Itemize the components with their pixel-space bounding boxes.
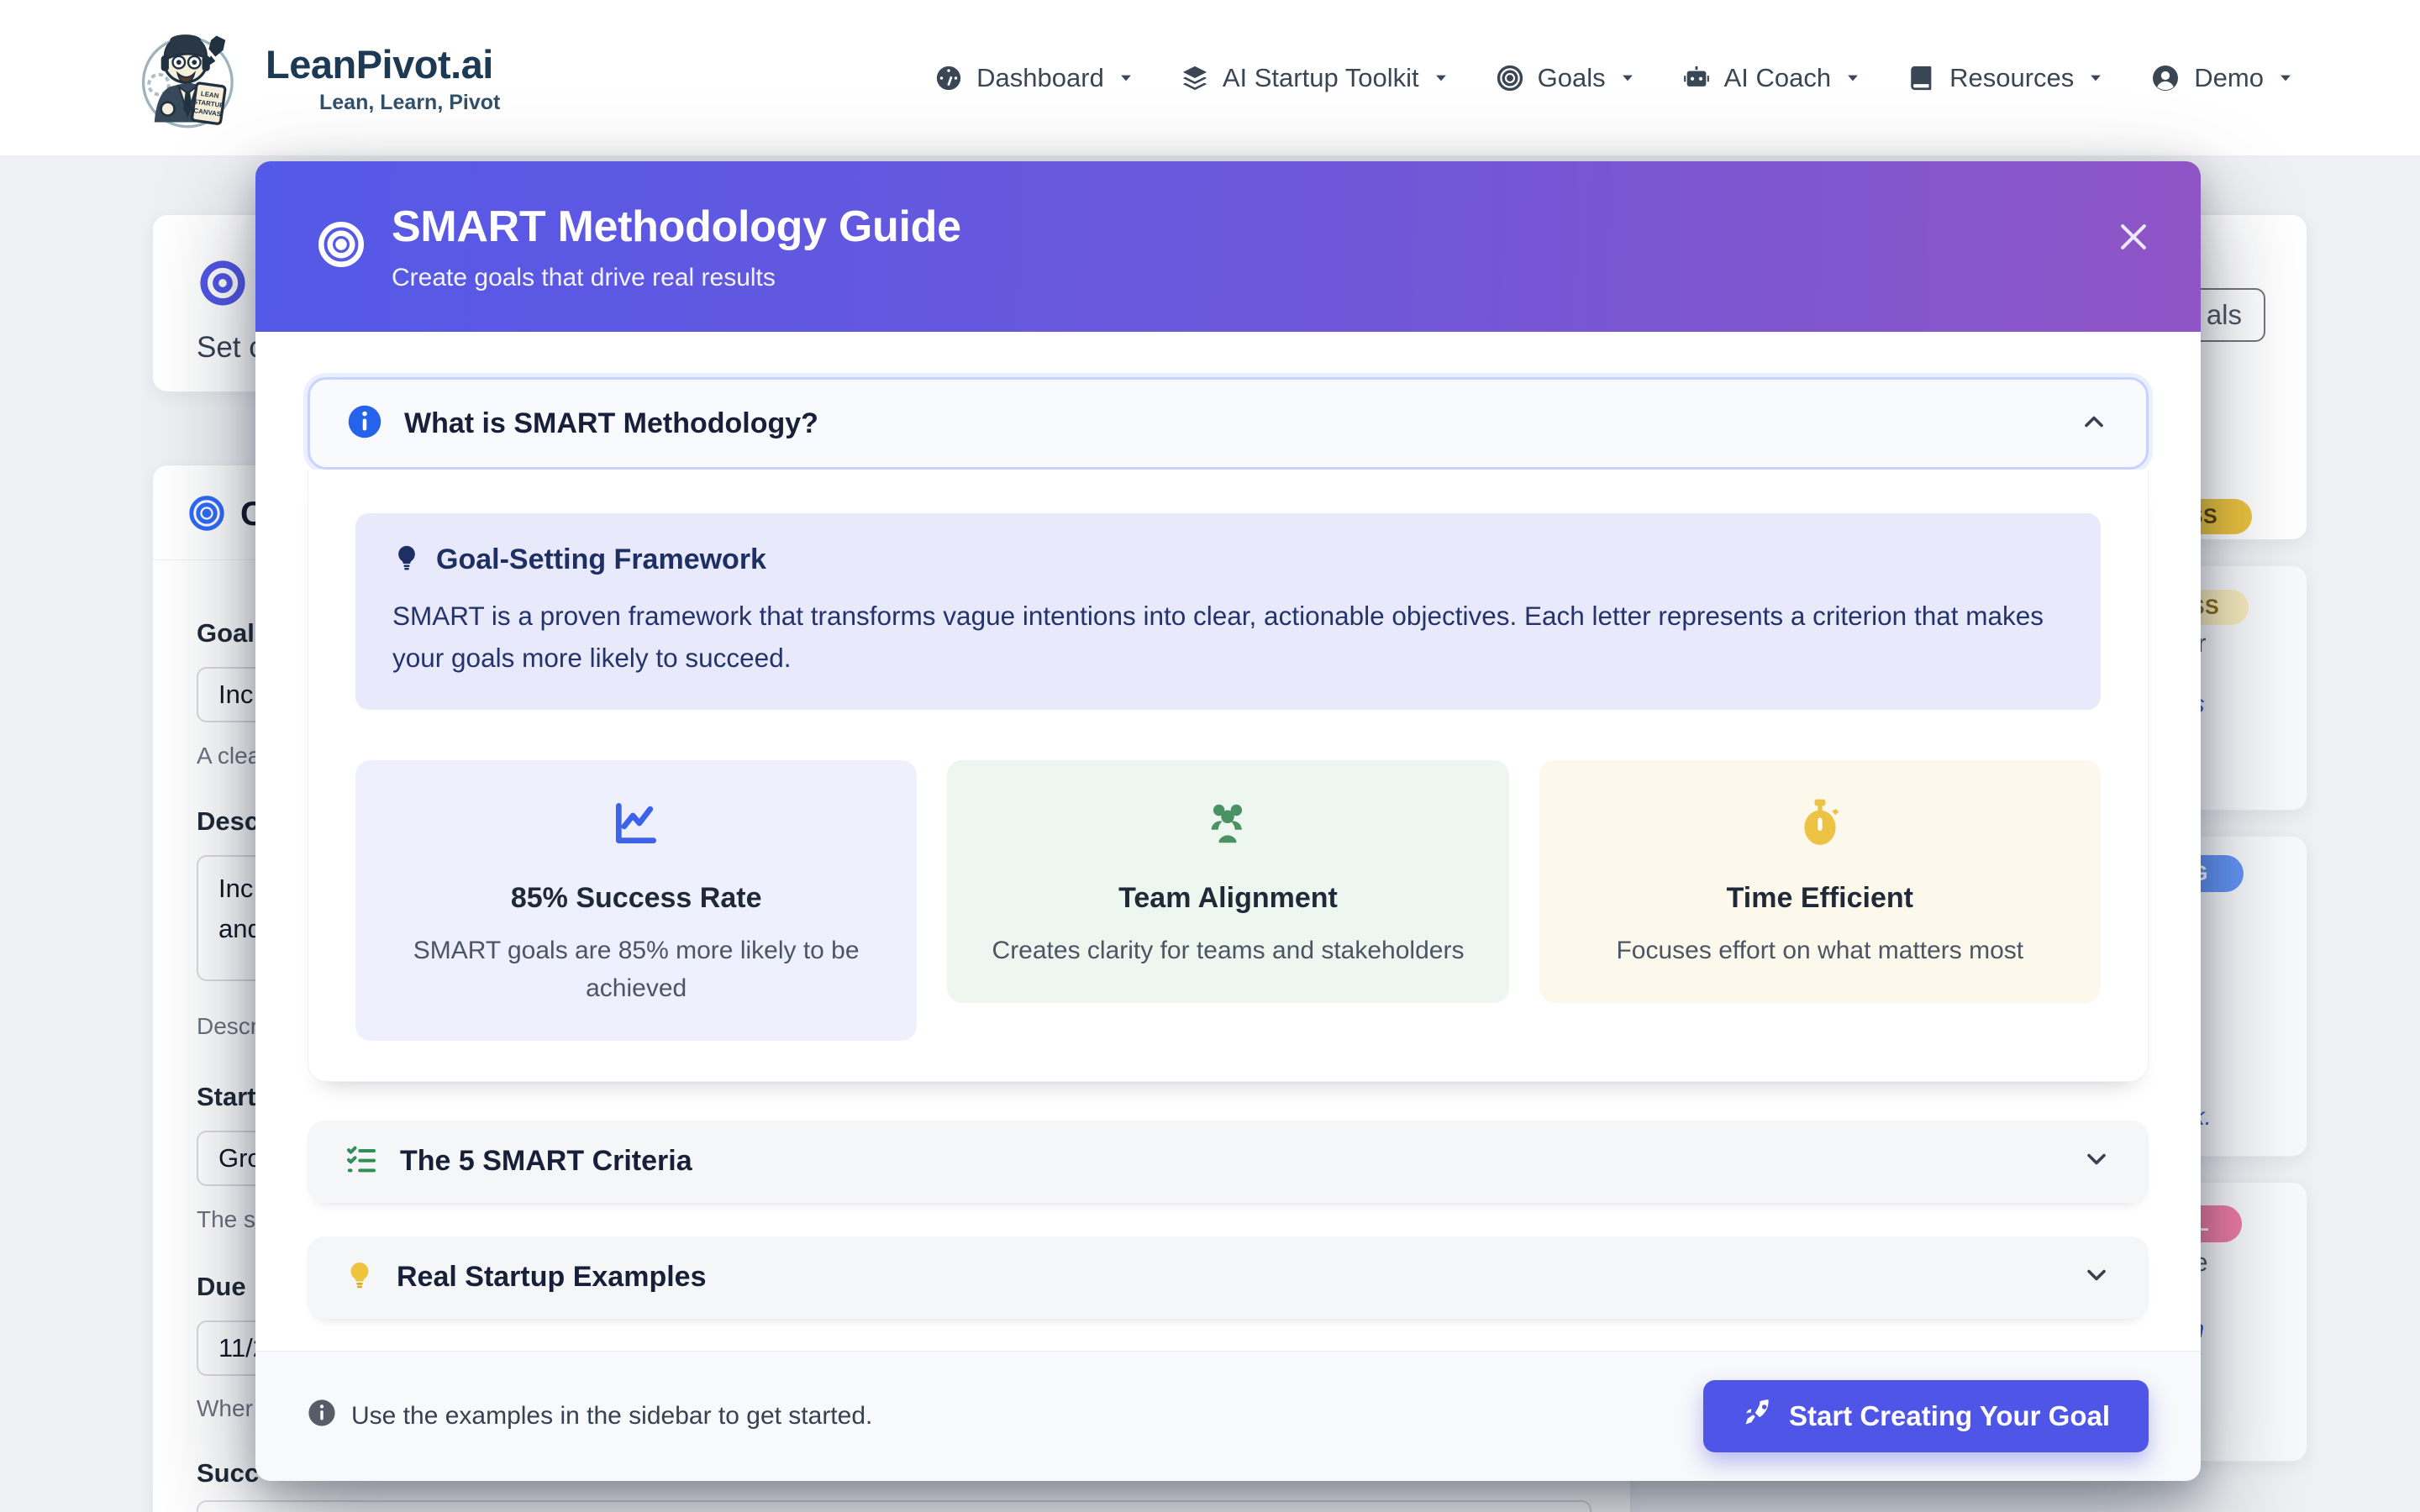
accordion-label: Real Startup Examples (397, 1261, 706, 1294)
accordion-label: The 5 SMART Criteria (400, 1145, 692, 1178)
modal-title: SMART Methodology Guide (392, 202, 961, 252)
stat-card-team-alignment: Team Alignment Creates clarity for teams… (947, 760, 1508, 1003)
checklist-icon (345, 1142, 378, 1180)
info-icon (347, 404, 382, 444)
modal-subtitle: Create goals that drive real results (392, 264, 961, 292)
nav-item-ai-coach[interactable]: AI Coach (1682, 63, 1862, 93)
description-helper: Descr (197, 1013, 258, 1040)
footer-hint: Use the examples in the sidebar to get s… (308, 1399, 872, 1434)
due-helper: Wher (197, 1395, 253, 1422)
footer-hint-text: Use the examples in the sidebar to get s… (351, 1402, 872, 1431)
brand-name: LeanPivot.ai (266, 41, 500, 87)
mascot-logo-icon: LEAN STARTUP CANVAS (134, 20, 245, 135)
accordion-content-panel: Goal-Setting Framework SMART is a proven… (308, 470, 2149, 1082)
nav-item-label: AI Startup Toolkit (1223, 63, 1419, 93)
nav-item-label: Resources (1949, 63, 2074, 93)
lightbulb-icon (345, 1260, 375, 1294)
modal-footer: Use the examples in the sidebar to get s… (255, 1351, 2201, 1481)
nav-item-label: AI Coach (1724, 63, 1832, 93)
stat-card-success-rate: 85% Success Rate SMART goals are 85% mor… (355, 760, 917, 1041)
stat-title: 85% Success Rate (386, 882, 886, 915)
start-label: Start (197, 1082, 256, 1112)
framework-title: Goal-Setting Framework (436, 543, 766, 576)
users-icon (1202, 838, 1254, 853)
goal-helper: A clea (197, 743, 260, 769)
stat-card-time-efficient: Time Efficient Focuses effort on what ma… (1539, 760, 2101, 1003)
target-icon (187, 494, 226, 537)
modal-body: What is SMART Methodology? Goal-Setting … (255, 332, 2201, 1351)
chevron-up-icon (2079, 407, 2109, 441)
stat-description: Creates clarity for teams and stakeholde… (977, 932, 1478, 969)
start-creating-goal-button[interactable]: Start Creating Your Goal (1703, 1380, 2149, 1452)
nav-item-label: Goals (1538, 63, 1606, 93)
start-helper: The s (197, 1206, 255, 1233)
chevron-down-icon (1118, 70, 1134, 87)
nav-item-label: Dashboard (976, 63, 1104, 93)
brand-tagline: Lean, Learn, Pivot (319, 91, 500, 115)
nav-item-resources[interactable]: Resources (1907, 63, 2104, 93)
layers-icon (1181, 64, 1209, 92)
chevron-down-icon (2277, 70, 2294, 87)
stopwatch-icon (1794, 838, 1846, 853)
stat-cards-row: 85% Success Rate SMART goals are 85% mor… (355, 760, 2101, 1041)
accordion-startup-examples[interactable]: Real Startup Examples (308, 1236, 2149, 1319)
accordion-what-is-smart[interactable]: What is SMART Methodology? (308, 377, 2149, 470)
info-icon (308, 1399, 336, 1434)
stat-description: SMART goals are 85% more likely to be ac… (409, 932, 863, 1007)
brand-logo[interactable]: LEAN STARTUP CANVAS LeanPivot.ai Lean, L… (134, 20, 500, 135)
nav-item-ai-startup-toolkit[interactable]: AI Startup Toolkit (1181, 63, 1449, 93)
cta-label: Start Creating Your Goal (1789, 1400, 2110, 1432)
framework-callout: Goal-Setting Framework SMART is a proven… (355, 513, 2101, 710)
nav-item-goals[interactable]: Goals (1496, 63, 1636, 93)
framework-body: SMART is a proven framework that transfo… (392, 595, 2064, 680)
stat-title: Team Alignment (977, 882, 1478, 915)
chevron-down-icon (1619, 70, 1636, 87)
gauge-icon (934, 64, 963, 92)
target-icon (197, 259, 249, 312)
description-label: Desc (197, 806, 259, 837)
chevron-down-icon (2081, 1144, 2112, 1179)
lightbulb-icon (392, 543, 421, 576)
nav-item-dashboard[interactable]: Dashboard (934, 63, 1134, 93)
success-label: Succ (197, 1458, 259, 1488)
chevron-down-icon (2087, 70, 2104, 87)
rocket-icon (1742, 1398, 1772, 1435)
stat-title: Time Efficient (1570, 882, 2070, 915)
success-input[interactable]: MRR reaches $50,000 (197, 1500, 1591, 1512)
target-icon (1496, 64, 1524, 92)
close-icon[interactable] (2110, 213, 2157, 260)
nav-item-demo-user[interactable]: Demo (2150, 63, 2294, 93)
target-icon (316, 219, 366, 274)
due-label: Due (197, 1272, 246, 1302)
robot-icon (1682, 64, 1711, 92)
brand-text: LeanPivot.ai Lean, Learn, Pivot (266, 41, 500, 115)
goal-label: Goal (197, 618, 255, 648)
book-icon (1907, 64, 1936, 92)
nav-item-label: Demo (2194, 63, 2264, 93)
chevron-down-icon (1433, 70, 1449, 87)
smart-methodology-modal: SMART Methodology Guide Create goals tha… (255, 161, 2201, 1481)
stat-description: Focuses effort on what matters most (1570, 932, 2070, 969)
intro-text-fragment: Set c (197, 331, 264, 365)
chart-line-icon (610, 838, 662, 853)
accordion-label: What is SMART Methodology? (404, 407, 818, 440)
nav-menu: Dashboard AI Startup Toolkit Goals (934, 63, 2294, 93)
accordion-smart-criteria[interactable]: The 5 SMART Criteria (308, 1121, 2149, 1203)
chevron-down-icon (1844, 70, 1861, 87)
top-nav: LEAN STARTUP CANVAS LeanPivot.ai Lean, L… (0, 0, 2420, 156)
chevron-down-icon (2081, 1260, 2112, 1294)
user-icon (2150, 63, 2181, 93)
modal-header: SMART Methodology Guide Create goals tha… (255, 161, 2201, 332)
